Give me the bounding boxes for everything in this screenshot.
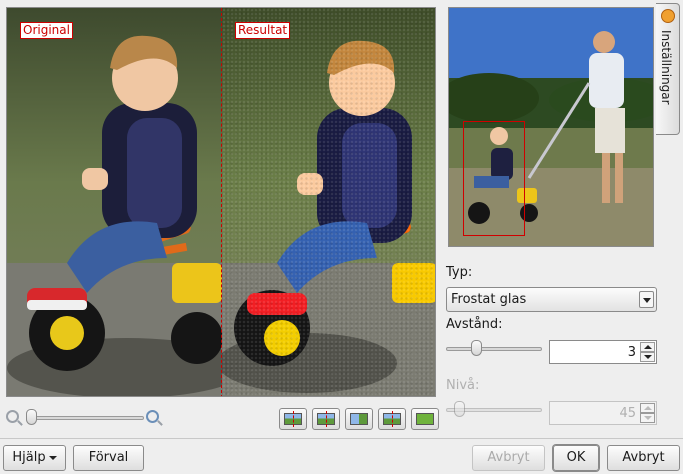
distance-label: Avstånd: [446, 317, 503, 332]
distance-slider[interactable] [446, 347, 542, 351]
type-dropdown[interactable]: Frostat glas [446, 287, 657, 312]
show-original-button[interactable] [378, 408, 406, 430]
original-label: Original [20, 22, 73, 39]
show-result-button[interactable] [411, 408, 439, 430]
compare-side-by-side-button[interactable] [279, 408, 307, 430]
navigator-selection-rect[interactable] [463, 121, 525, 236]
zoom-slider-thumb[interactable] [26, 409, 37, 425]
ok-button-label: OK [566, 450, 586, 465]
cancel-button-label: Avbryt [622, 450, 665, 465]
type-label: Typ: [446, 265, 473, 280]
compare-split-vertical-button[interactable] [312, 408, 340, 430]
bottom-separator [0, 438, 683, 439]
defaults-button[interactable]: Förval [73, 445, 144, 471]
settings-tab[interactable]: Inställningar [656, 3, 680, 135]
type-selected-value: Frostat glas [451, 292, 527, 307]
zoom-out-icon[interactable] [6, 410, 19, 423]
settings-tab-label: Inställningar [659, 30, 673, 105]
spin-up-icon [640, 403, 655, 413]
cancel-button[interactable]: Avbryt [607, 445, 680, 471]
zoom-in-icon[interactable] [146, 410, 159, 423]
level-slider-thumb [454, 401, 465, 417]
spin-up-icon[interactable] [640, 342, 655, 352]
wrench-icon [661, 9, 675, 23]
preview-area[interactable]: Original Resultat [6, 7, 436, 397]
level-label: Nivå: [446, 378, 480, 393]
result-image [222, 8, 435, 396]
level-value: 45 [619, 406, 636, 421]
level-spinbox: 45 [549, 401, 657, 425]
help-button[interactable]: Hjälp [3, 445, 66, 471]
split-divider [221, 8, 222, 396]
distance-value[interactable]: 3 [628, 345, 636, 360]
abort-button-disabled: Avbryt [472, 445, 545, 471]
distance-spinbox[interactable]: 3 [549, 340, 657, 364]
defaults-button-label: Förval [88, 450, 129, 465]
help-button-label: Hjälp [12, 450, 46, 465]
abort-button-label: Avbryt [487, 450, 530, 465]
result-label: Resultat [235, 22, 291, 39]
spin-down-icon[interactable] [640, 352, 655, 362]
chevron-down-icon[interactable] [639, 291, 654, 308]
zoom-slider[interactable] [26, 416, 144, 420]
ok-button[interactable]: OK [553, 445, 599, 471]
chevron-down-icon [48, 455, 57, 460]
frosted-glass-texture [222, 8, 435, 396]
spin-down-icon [640, 413, 655, 423]
original-image [7, 8, 222, 396]
distance-slider-thumb[interactable] [471, 340, 482, 356]
compare-split-horizontal-button[interactable] [345, 408, 373, 430]
